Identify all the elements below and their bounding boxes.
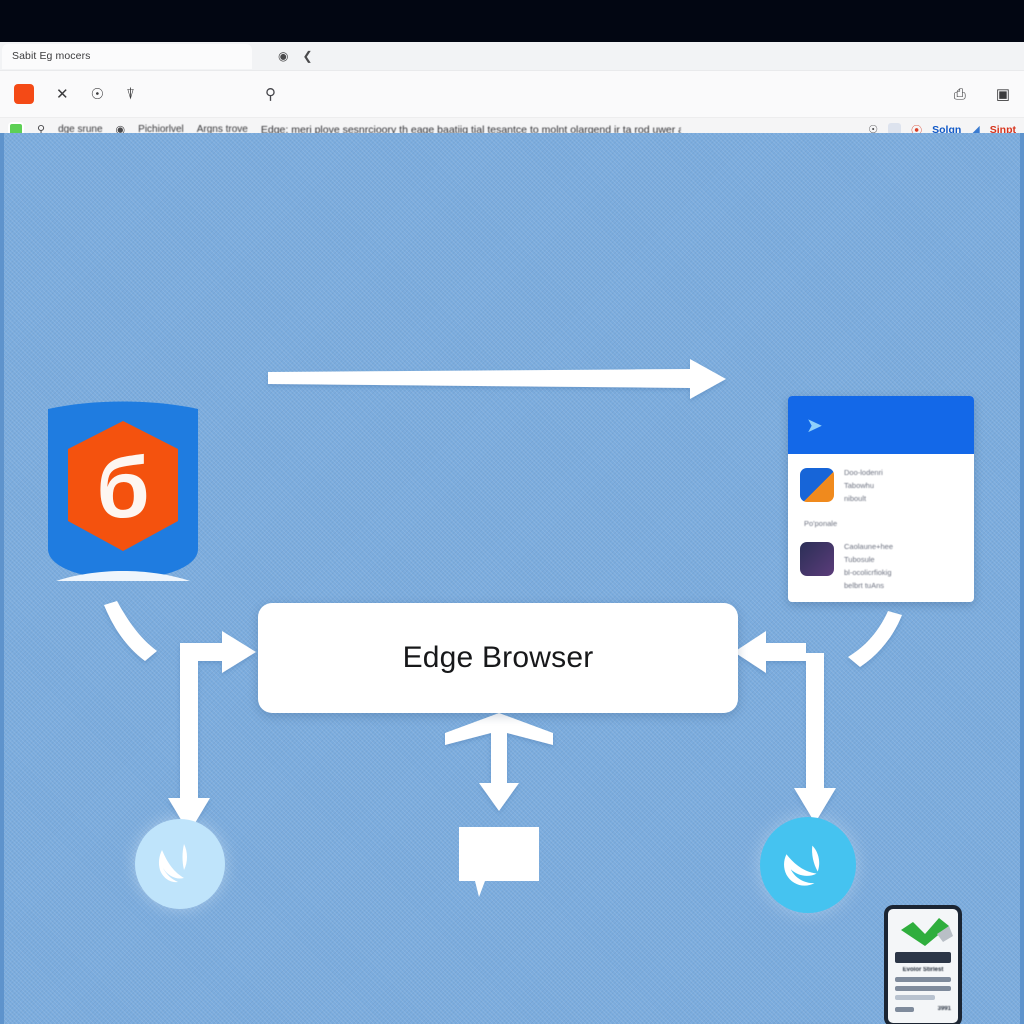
panel-card-line: bl-ocolicrfiokig: [844, 568, 892, 577]
phone-footer-bar: [895, 1006, 915, 1012]
dove-circle-pale[interactable]: [135, 819, 225, 909]
phone-line: [895, 977, 951, 982]
edge-browser-icon: [800, 468, 834, 502]
panel-card[interactable]: ➤ Doo-lodenri Tabowhu niboult Po'ponale …: [788, 396, 974, 602]
shield-letter: б: [96, 440, 149, 536]
browser-toolbar: ✕ ☉ ⍒ ⚲ ⎙ ▣: [0, 71, 1024, 118]
phone-footer-number: 3991: [937, 1006, 951, 1012]
panel-card-row[interactable]: Doo-lodenri Tabowhu niboult: [800, 468, 962, 503]
panel-card-line: Caolaune+hee: [844, 542, 894, 551]
panel-card-line: Tabowhu: [844, 481, 875, 490]
curve-stroke-right: [848, 611, 902, 667]
close-x-icon[interactable]: ✕: [56, 87, 69, 102]
bird-icon: [784, 845, 820, 886]
collections-icon[interactable]: ⍒: [126, 87, 135, 102]
arrow-left-elbow: [168, 631, 256, 833]
edge-swirl-icon[interactable]: ☉: [91, 87, 104, 102]
arrow-center-bidirectional: [445, 713, 553, 811]
share-icon[interactable]: ⎙: [954, 87, 966, 102]
phone-mockup[interactable]: Evolor Stirlest 3991: [884, 905, 962, 1024]
panel-card-header: ➤: [788, 396, 974, 454]
tab-title: Sabit Eg mocers: [12, 50, 91, 62]
toolbar-left-group: ✕ ☉ ⍒ ⚲: [14, 84, 276, 104]
tab-actions: ◉ ❮: [278, 50, 313, 62]
panel-card-body: Doo-lodenri Tabowhu niboult Po'ponale Ca…: [788, 454, 974, 602]
phone-line: [895, 986, 951, 991]
panel-card-text: Caolaune+hee Tubosule bl-ocolicrfiokig b…: [844, 542, 893, 590]
cursor-arrow-icon: ➤: [806, 415, 823, 437]
green-check-icon: [895, 916, 953, 948]
title-bar: [0, 0, 1024, 42]
panel-card-line: Tubosule: [844, 555, 875, 564]
panel-card-text: Doo-lodenri Tabowhu niboult: [844, 468, 883, 503]
browser-chrome: Sabit Eg mocers ◉ ❮ ✕ ☉ ⍒ ⚲ ⎙ ▣ ⚲ dge sr…: [0, 0, 1024, 143]
tab-strip: Sabit Eg mocers ◉ ❮: [0, 42, 1024, 71]
profile-icon[interactable]: ▣: [996, 87, 1010, 102]
message-bubble[interactable]: [459, 827, 543, 899]
dark-app-icon: [800, 542, 834, 576]
panel-card-line: niboult: [844, 494, 867, 503]
stop-square-icon[interactable]: [14, 84, 34, 104]
panel-card-row[interactable]: Caolaune+hee Tubosule bl-ocolicrfiokig b…: [800, 542, 962, 590]
clock-icon[interactable]: ◉: [278, 50, 288, 62]
phone-line: [895, 995, 936, 1000]
phone-title-bar: [895, 952, 951, 963]
chevron-left-icon[interactable]: ❮: [302, 50, 312, 62]
curve-stroke-left: [104, 601, 157, 661]
panel-card-line: belbrt tuAns: [844, 581, 885, 590]
panel-card-line: Doo-lodenri: [844, 468, 883, 477]
panel-card-subtext: Po'ponale: [804, 519, 838, 528]
node-edge-browser-label: Edge Browser: [402, 641, 594, 674]
search-icon[interactable]: ⚲: [265, 85, 276, 103]
toolbar-right-group: ⎙ ▣: [954, 87, 1010, 102]
phone-footer: 3991: [895, 1006, 951, 1012]
arrow-top-horizontal: [268, 359, 726, 399]
screenshot-root: Sabit Eg mocers ◉ ❮ ✕ ☉ ⍒ ⚲ ⎙ ▣ ⚲ dge sr…: [0, 0, 1024, 1024]
node-edge-browser[interactable]: Edge Browser: [258, 603, 738, 713]
dove-circle-cyan[interactable]: [760, 817, 856, 913]
bird-icon: [158, 844, 187, 883]
edge-shield-logo: б: [44, 399, 202, 581]
diagram-canvas: Edge Browser б ➤ Doo-lodenri Tabowhu nib…: [0, 133, 1024, 1024]
arrow-right-elbow: [734, 631, 836, 823]
phone-caption: Evolor Stirlest: [902, 967, 944, 973]
browser-tab[interactable]: Sabit Eg mocers: [2, 43, 252, 69]
